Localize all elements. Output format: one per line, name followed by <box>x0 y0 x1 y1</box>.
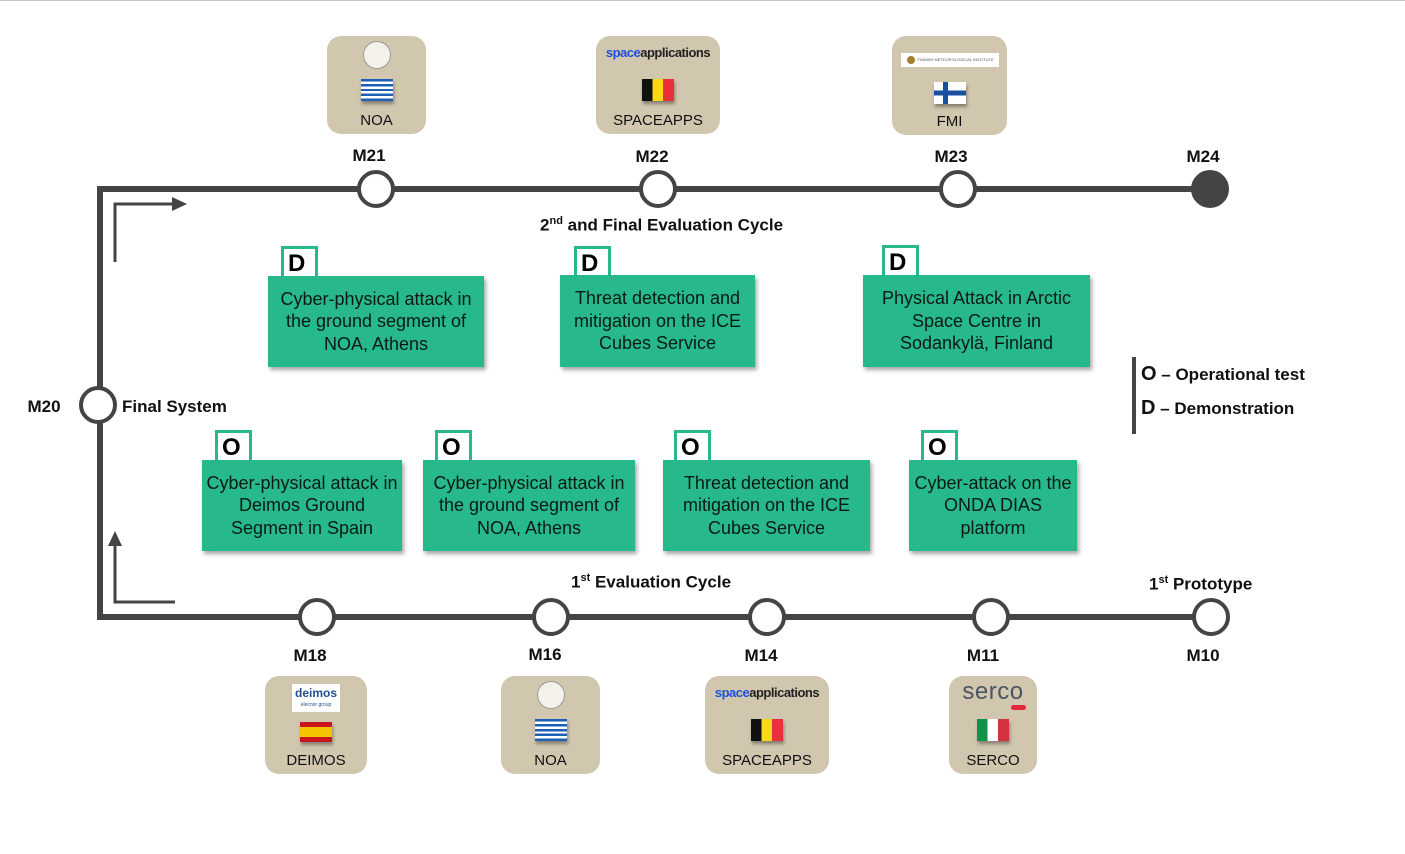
op-card: Cyber-physical attack in Deimos Ground S… <box>202 460 402 551</box>
op-tag: O <box>921 430 958 462</box>
org-noa-bottom: NOA <box>501 676 600 774</box>
milestone-m14 <box>748 598 786 636</box>
label-m10: M10 <box>1186 646 1220 665</box>
prototype-label: 1st Prototype <box>1149 574 1253 594</box>
label-m20: M20 <box>27 397 61 416</box>
op-tag: O <box>674 430 711 462</box>
legend-item-d: D – Demonstration <box>1141 397 1295 419</box>
fmi-logo: FINNISH METEOROLOGICAL INSTITUTE <box>900 53 999 67</box>
org-deimos: deimos elecnor group DEIMOS <box>265 676 367 774</box>
milestone-m22 <box>639 170 677 208</box>
cycle1-label: 1st Evaluation Cycle <box>571 572 732 592</box>
spain-flag-icon <box>300 722 332 742</box>
legend-item-o: O – Operational test <box>1141 363 1305 385</box>
label-m14: M14 <box>744 646 778 665</box>
milestone-m11 <box>972 598 1010 636</box>
org-spaceapps-top: spaceapplications SPACEAPPS <box>596 36 720 134</box>
op-card: Threat detection and mitigation on the I… <box>663 460 870 551</box>
milestone-m23 <box>939 170 977 208</box>
finland-flag-icon <box>933 82 966 104</box>
org-name: SPACEAPPS <box>613 112 703 129</box>
milestone-m21 <box>357 170 395 208</box>
noa-seal-logo <box>362 41 391 69</box>
op-tag: O <box>215 430 252 462</box>
final-system-label: Final System <box>122 397 227 416</box>
label-m18: M18 <box>293 646 327 665</box>
org-name: DEIMOS <box>286 752 346 769</box>
label-m16: M16 <box>528 645 562 664</box>
belgium-flag-icon <box>642 79 674 101</box>
demo-tag: D <box>574 246 611 278</box>
org-name: FMI <box>936 113 963 130</box>
milestone-m20 <box>79 386 117 424</box>
demo-card: Cyber-physical attack in the ground segm… <box>268 276 484 367</box>
arrowhead-right-icon <box>172 197 187 211</box>
label-m11: M11 <box>966 646 1000 665</box>
op-card: Cyber-attack on the ONDA DIAS platform <box>909 460 1077 551</box>
org-fmi-top: FINNISH METEOROLOGICAL INSTITUTE FMI <box>892 36 1007 135</box>
spaceapps-logo: spaceapplications <box>605 45 711 60</box>
cycle2-label: 2nd and Final Evaluation Cycle <box>540 215 784 235</box>
arrow-up-right-icon <box>113 202 175 262</box>
demo-tag: D <box>281 246 318 278</box>
serco-logo-mark <box>1011 705 1026 710</box>
org-noa-top: NOA <box>327 36 426 134</box>
arrowhead-up-icon <box>108 531 122 546</box>
spaceapps-logo: spaceapplications <box>714 685 820 700</box>
org-spaceapps-bottom: spaceapplications SPACEAPPS <box>705 676 829 774</box>
label-m24: M24 <box>1186 147 1220 166</box>
greece-flag-icon <box>534 719 567 741</box>
label-m23: M23 <box>934 147 968 166</box>
org-name: NOA <box>534 752 567 769</box>
label-m21: M21 <box>352 146 386 165</box>
milestone-m24 <box>1191 170 1229 208</box>
milestone-m18 <box>298 598 336 636</box>
timeline-path <box>97 186 1210 620</box>
greece-flag-icon <box>360 79 393 101</box>
milestone-m16 <box>532 598 570 636</box>
demo-card: Threat detection and mitigation on the I… <box>560 275 755 367</box>
label-m22: M22 <box>635 147 669 166</box>
arrow-left-up-icon <box>113 544 175 604</box>
belgium-flag-icon <box>751 719 783 741</box>
org-name: SERCO <box>966 752 1020 769</box>
org-serco: serco SERCO <box>949 676 1037 774</box>
milestone-m10 <box>1192 598 1230 636</box>
org-name: NOA <box>360 112 393 129</box>
noa-seal-logo <box>536 681 565 709</box>
demo-tag: D <box>882 245 919 277</box>
legend: O – Operational test D – Demonstration <box>1132 357 1305 434</box>
demo-card: Physical Attack in Arctic Space Centre i… <box>863 275 1090 367</box>
italy-flag-icon <box>977 719 1009 741</box>
op-card: Cyber-physical attack in the ground segm… <box>423 460 635 551</box>
deimos-logo: deimos elecnor group <box>292 684 340 712</box>
op-tag: O <box>435 430 472 462</box>
serco-logo: serco <box>962 678 1024 705</box>
org-name: SPACEAPPS <box>722 752 812 769</box>
